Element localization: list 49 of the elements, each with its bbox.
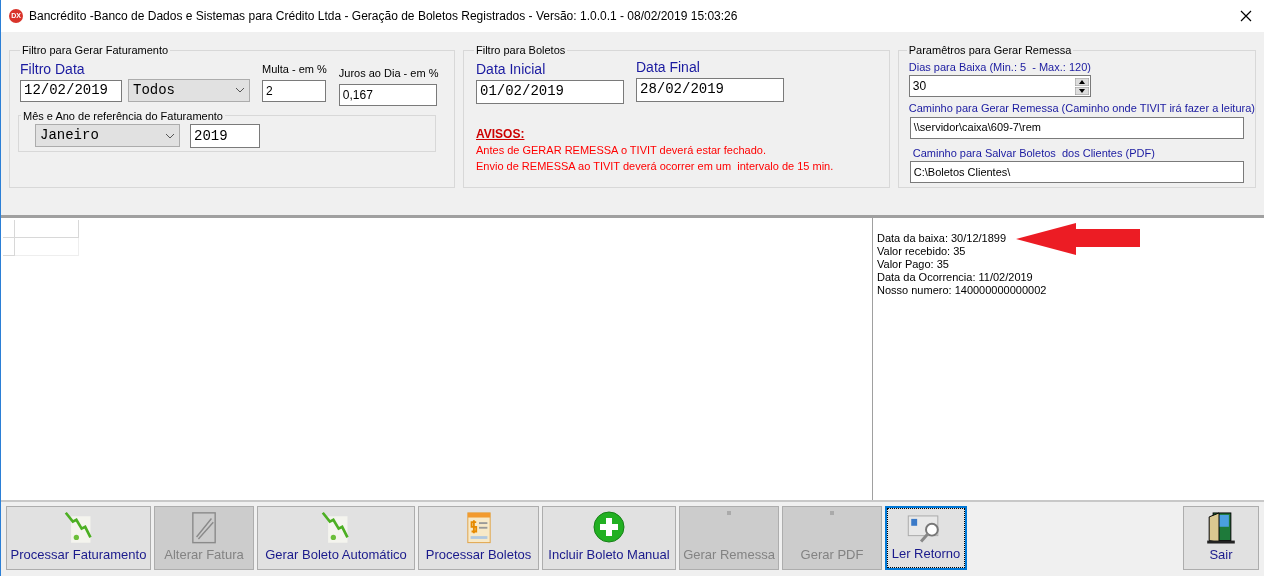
- number-field[interactable]: 30: [908, 75, 1091, 97]
- warning-text: Envio de REMESSA ao TIVIT deverá ocorrer em um intervalo de 15 min.: [476, 158, 835, 174]
- date-field[interactable]: 01/02/2019: [476, 79, 624, 104]
- group-title: Mês e Ano de referência do Faturamento: [22, 108, 224, 124]
- toolbar-button[interactable]: Gerar Boleto Automático: [257, 506, 415, 570]
- input-field[interactable]: 2: [262, 79, 326, 102]
- field-label: Multa - em %: [262, 62, 327, 77]
- field-label: Dias para Baixa (Min.: 5 - Max.: 120): [908, 59, 1092, 75]
- path-field[interactable]: \\servidor\caixa\609-7\rem: [909, 116, 1244, 139]
- blank-icon: [727, 511, 731, 515]
- door-icon: [1207, 511, 1235, 545]
- window-title: Bancrédito -Banco de Dados e Sistemas para Crédito Ltda - Geração de Boletos Registrados - Versão: 1.0.0.1 - 08/02/2019 15:03:26: [29, 8, 738, 25]
- close-icon[interactable]: [1240, 10, 1252, 22]
- exit-button[interactable]: Sair: [1183, 506, 1259, 570]
- field-label: Filtro Data: [20, 59, 86, 79]
- field-label: Caminho para Gerar Remessa (Caminho onde TIVIT irá fazer a leitura): [908, 101, 1255, 116]
- year-field[interactable]: 2019: [190, 124, 260, 148]
- field-label: Caminho para Salvar Boletos dos Clientes (PDF): [912, 145, 1156, 161]
- path-field[interactable]: C:\Boletos Clientes\: [909, 161, 1244, 183]
- chevron-icon: [165, 132, 175, 139]
- info-text: Nosso numero: 140000000000002: [877, 284, 1047, 297]
- down-arrow-icon[interactable]: [1074, 86, 1089, 95]
- plus-icon: [593, 511, 625, 543]
- warning-text: Antes de GERAR REMESSA o TIVIT deverá estar fechado.: [476, 142, 767, 158]
- toolbar-button[interactable]: Incluir Boleto Manual: [542, 506, 676, 570]
- date-field[interactable]: 28/02/2019: [636, 77, 784, 102]
- info-text: Valor Pago: 35: [877, 258, 949, 271]
- dropdown[interactable]: Janeiro: [35, 124, 180, 147]
- info-text: Valor recebido: 35: [877, 245, 966, 258]
- chevron-icon: [235, 87, 245, 93]
- warning-title: AVISOS:: [476, 125, 526, 142]
- field-label: Data Inicial: [476, 59, 547, 79]
- spinner-control[interactable]: [1074, 77, 1089, 95]
- group-title: Paramêtros para Gerar Remessa: [907, 43, 1073, 58]
- up-arrow-icon[interactable]: [1074, 77, 1089, 86]
- group-title: Filtro para Gerar Faturamento: [21, 43, 170, 58]
- input-field[interactable]: 0,167: [338, 83, 437, 106]
- toolbar-button[interactable]: Processar Boletos: [418, 506, 539, 570]
- arrow-icon: [1016, 222, 1141, 255]
- field-label: Juros ao Dia - em %: [338, 66, 439, 81]
- field-label: Data Final: [636, 57, 701, 77]
- date-field[interactable]: 12/02/2019: [20, 79, 122, 102]
- dropdown[interactable]: Todos: [128, 78, 250, 102]
- toolbar-button[interactable]: Processar Faturamento: [6, 506, 151, 570]
- info-text: Data da Ocorrencia: 11/02/2019: [877, 271, 1033, 284]
- info-text: Data da baixa: 30/12/1899: [877, 232, 1007, 245]
- blank-icon: [830, 511, 834, 515]
- group-title: Filtro para Boletos: [475, 43, 567, 58]
- toolbar-button[interactable]: Ler Retorno: [885, 506, 967, 570]
